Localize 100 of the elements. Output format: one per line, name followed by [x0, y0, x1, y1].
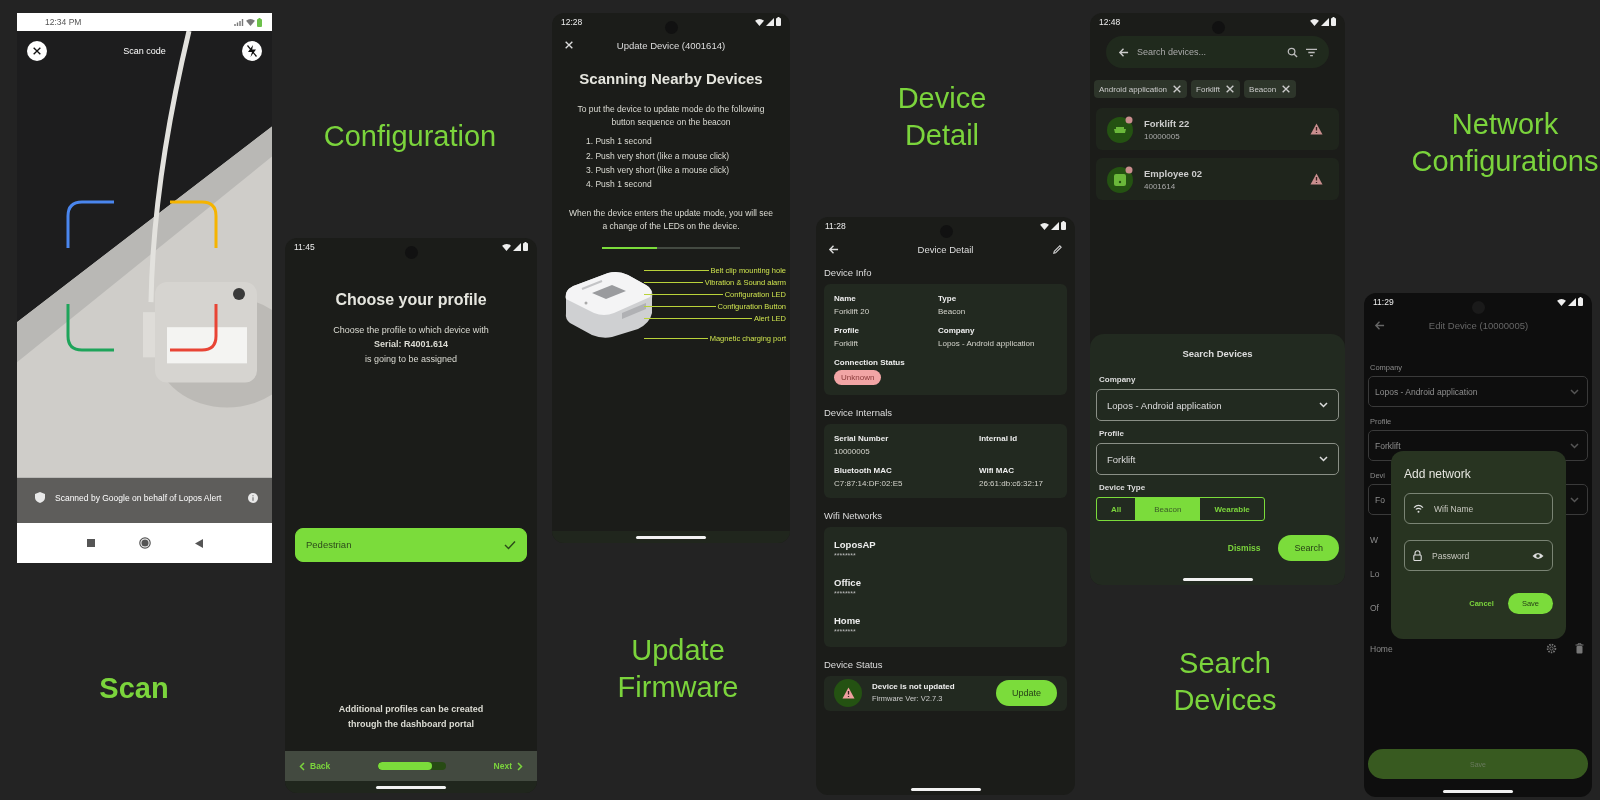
instruction-text: Choose the profile to which device with Serial: R4001.614 is going to be assigned — [332, 324, 490, 366]
recents-icon[interactable] — [86, 539, 95, 547]
chevron-down-icon — [1570, 496, 1579, 503]
field-label: Internal Id — [979, 434, 1019, 443]
scan-notice: Scanned by Google on behalf of Lopos Alert — [55, 492, 223, 503]
dropdown-field[interactable]: Lopos - Android application — [1368, 376, 1588, 407]
leader-line — [644, 269, 709, 271]
search-button[interactable]: Search — [1278, 535, 1339, 561]
battery-icon — [1061, 221, 1066, 230]
dismiss-button[interactable]: Dismiss — [1223, 539, 1265, 557]
field-value: Lopos - Android application — [938, 339, 1036, 348]
field-value: 26:61:db:c6:32:17 — [979, 479, 1045, 488]
signal-icon — [1321, 17, 1329, 26]
field-label: Wifi MAC — [979, 466, 1016, 475]
leader-line — [644, 281, 703, 283]
signal-icon — [234, 18, 244, 26]
device-serial: 10000005 — [1144, 131, 1181, 141]
close-icon — [32, 46, 42, 56]
field-value: C7:87:14:DF:02:E5 — [834, 479, 904, 488]
settings-icon — [1546, 643, 1557, 654]
back-button[interactable]: Back — [297, 759, 333, 773]
back-arrow-icon — [1118, 46, 1129, 58]
chevron-down-icon — [1319, 402, 1328, 408]
filter-icon — [1306, 47, 1317, 57]
field-label: Device Type — [1099, 483, 1147, 492]
dropdown-field[interactable]: Lopos - Android application — [1096, 389, 1339, 421]
home-indicator — [636, 535, 706, 539]
screen-caption: Update Firmware — [617, 633, 739, 705]
device-icon — [1106, 115, 1134, 143]
battery-icon — [523, 242, 528, 251]
check-icon — [504, 539, 516, 550]
delete-button[interactable] — [1573, 641, 1586, 656]
shield-icon — [35, 492, 45, 503]
chevron-down-icon — [1319, 456, 1328, 462]
remove-icon — [1172, 84, 1183, 94]
instruction-text: To put the device to update mode do the following button sequence on the beacon — [576, 103, 766, 130]
screen-heading: Choose your profile — [334, 291, 488, 309]
wifi-icon — [1413, 504, 1424, 513]
screen-caption: Configuration — [323, 118, 497, 154]
leader-line — [644, 305, 716, 307]
dropdown-field[interactable]: Forklift — [1096, 443, 1339, 475]
text-input[interactable]: Password — [1432, 550, 1522, 561]
screen-caption: Search Devices — [1173, 646, 1277, 718]
back-icon[interactable] — [194, 538, 203, 548]
warning-icon — [841, 686, 855, 699]
battery-icon — [257, 17, 262, 27]
wifi-icon — [1310, 17, 1319, 26]
home-indicator — [910, 787, 981, 791]
status-time: 11:28 — [825, 220, 846, 231]
dropdown-value: Fo — [1375, 494, 1385, 505]
profile-option[interactable]: Pedestrian — [295, 527, 527, 562]
section-title: Wifi Networks — [824, 510, 884, 521]
filter-chip[interactable]: Forklift — [1191, 80, 1241, 98]
eye-icon — [1532, 551, 1544, 560]
status-message: Device is not updated — [872, 682, 956, 691]
device-name: Forklift 22 — [1144, 117, 1191, 129]
list-item-text: W — [1370, 535, 1379, 545]
edit-icon — [1052, 244, 1063, 255]
signal-icon — [513, 242, 521, 251]
wifi-icon — [502, 242, 511, 251]
chevron-right-icon — [517, 761, 523, 771]
filter-chip[interactable]: Beacon — [1244, 80, 1297, 98]
wifi-icon — [1040, 221, 1049, 230]
instruction-text: When the device enters the update mode, you will see a change of the LEDs on the device. — [567, 207, 775, 234]
home-icon[interactable] — [138, 537, 151, 549]
screen-heading: Scanning Nearby Devices — [578, 70, 764, 87]
segment-button[interactable]: Wearable — [1200, 498, 1264, 520]
search-input[interactable]: Search devices... — [1137, 47, 1279, 57]
device-serial: 4001614 — [1144, 181, 1177, 191]
edit-button[interactable] — [1050, 242, 1065, 257]
field-label: Company — [1099, 375, 1137, 384]
field-label: Serial Number — [834, 434, 890, 443]
network-name: Home — [834, 615, 862, 626]
step-text: 1. Push 1 second — [586, 135, 653, 149]
device-card[interactable]: Employee 02 4001614 — [1096, 158, 1339, 200]
wifi-icon — [755, 17, 764, 26]
section-title: Device Info — [824, 267, 873, 278]
settings-button[interactable] — [1544, 641, 1559, 656]
segment-button[interactable]: Beacon — [1136, 498, 1201, 520]
text-input[interactable]: Wifi Name — [1434, 503, 1544, 514]
signal-icon — [1051, 221, 1059, 230]
home-indicator — [376, 785, 446, 789]
step-text: 2. Push very short (like a mouse click) — [586, 149, 731, 163]
dropdown-value: Lopos - Android application — [1107, 399, 1222, 411]
field-value: 10000005 — [834, 447, 871, 456]
signal-icon — [1568, 297, 1576, 306]
screen-title: Scan code — [123, 46, 166, 56]
device-card[interactable]: Forklift 22 10000005 — [1096, 108, 1339, 150]
chevron-down-icon — [1570, 442, 1579, 449]
field-label: Company — [938, 326, 976, 335]
next-button[interactable]: Next — [491, 759, 525, 773]
update-button[interactable]: Update — [995, 679, 1057, 706]
status-time: 11:45 — [294, 241, 315, 252]
filter-chip[interactable]: Android application — [1094, 80, 1188, 98]
network-name: Home — [1370, 643, 1394, 654]
wifi-icon — [246, 18, 255, 26]
step-text: 4. Push 1 second — [586, 177, 653, 191]
info-icon — [248, 492, 258, 503]
field-label: Profile — [834, 326, 860, 335]
field-value: Forklift — [834, 339, 859, 348]
